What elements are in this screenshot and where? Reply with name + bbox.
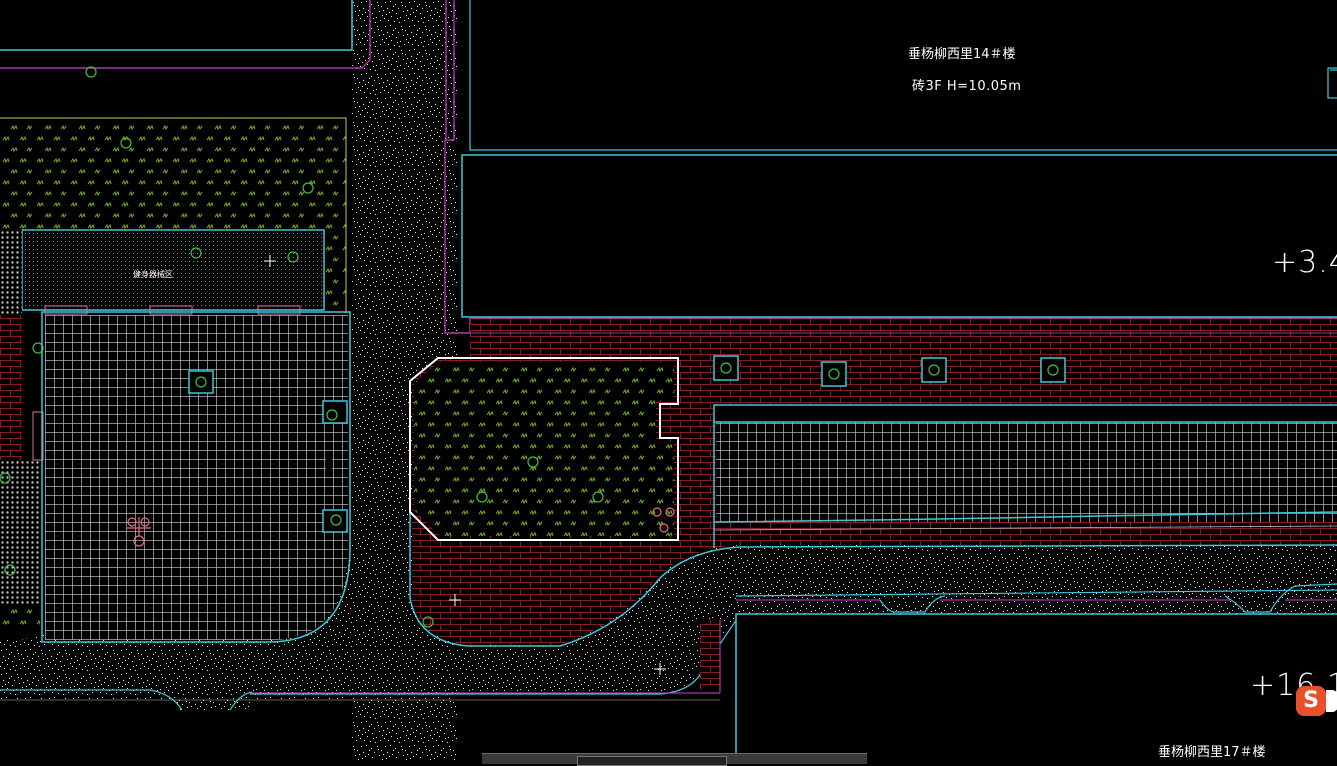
cad-drawing-canvas[interactable]	[0, 0, 1337, 763]
left-tiled-plaza	[41, 311, 351, 643]
status-bar-field[interactable]	[577, 756, 727, 766]
status-bar[interactable]	[482, 753, 867, 766]
ime-toolbar-tail	[1326, 690, 1337, 712]
ime-logo: S	[1296, 686, 1326, 716]
sogou-ime-icon[interactable]: S	[1296, 686, 1337, 716]
fitness-zone	[21, 229, 325, 315]
